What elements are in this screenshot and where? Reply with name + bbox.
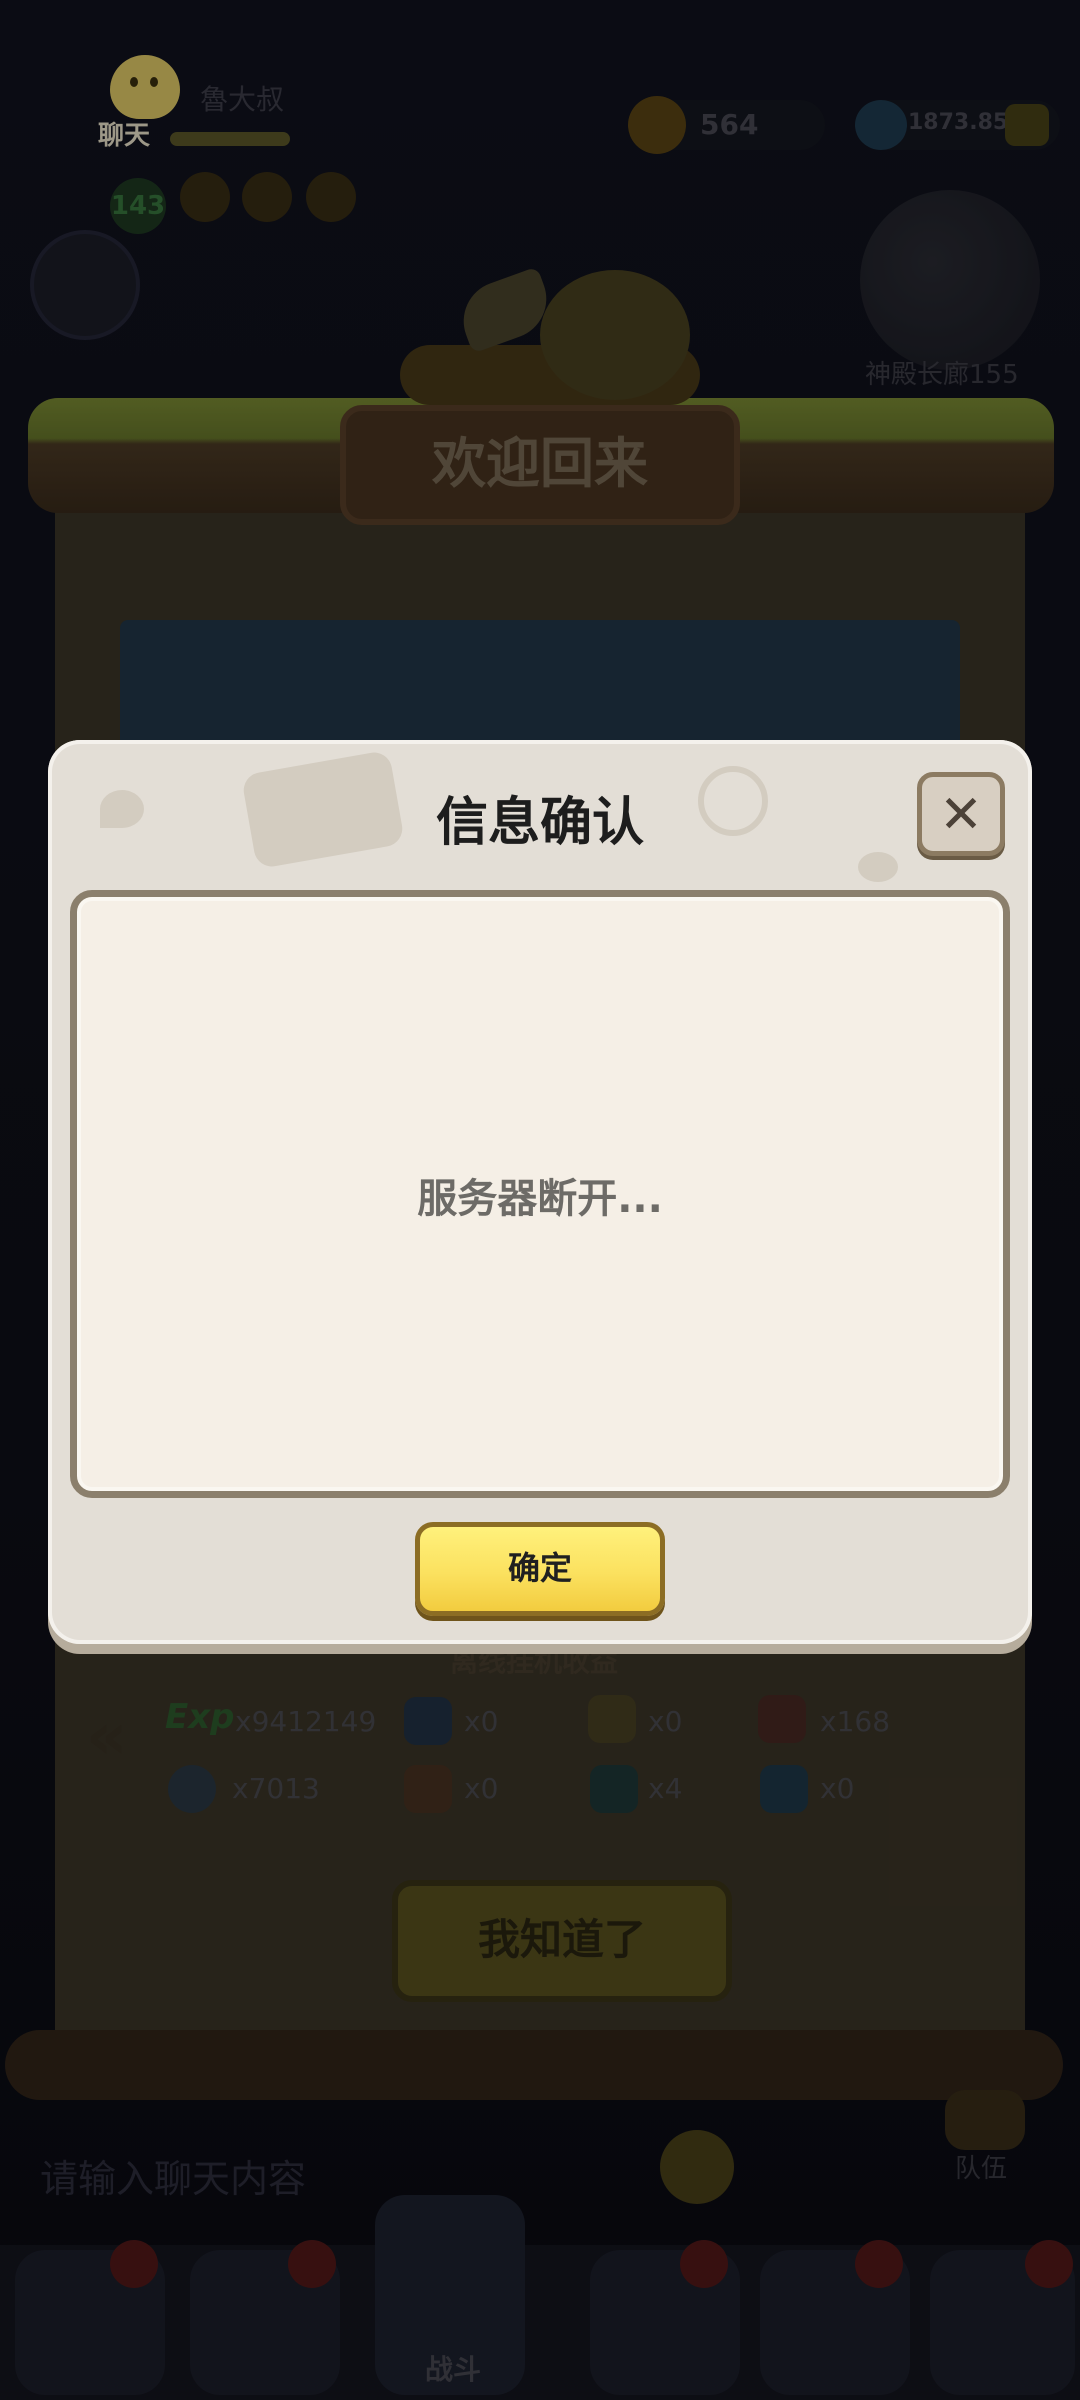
decoration-pebble-icon: [858, 852, 898, 882]
confirm-button[interactable]: 确定: [415, 1522, 665, 1616]
close-button[interactable]: ✕: [917, 772, 1005, 856]
close-icon: ✕: [939, 785, 983, 845]
dialog-message: 服务器断开...: [417, 1176, 663, 1222]
